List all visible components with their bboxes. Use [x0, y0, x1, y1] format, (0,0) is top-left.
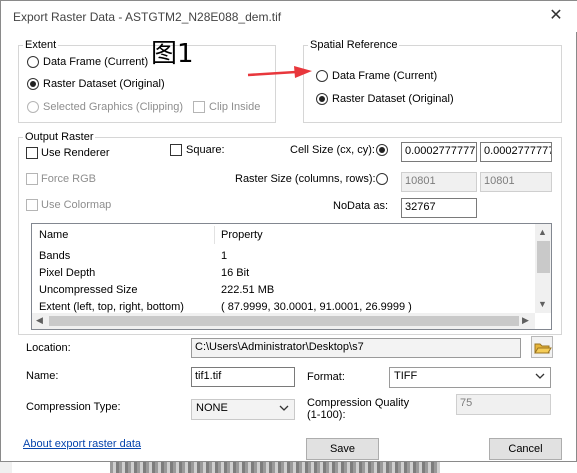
- compression-type-select[interactable]: NONE: [191, 399, 295, 420]
- background-image: [110, 462, 440, 473]
- compression-type-label: Compression Type:: [26, 401, 121, 413]
- table-row-name: Extent (left, top, right, bottom): [39, 301, 184, 313]
- scroll-down-icon[interactable]: ▼: [538, 299, 547, 309]
- extent-selected-graphics-label[interactable]: Selected Graphics (Clipping): [43, 101, 183, 113]
- cell-size-radio[interactable]: [376, 144, 388, 156]
- save-button[interactable]: Save: [306, 438, 379, 460]
- nodata-input[interactable]: 32767: [401, 198, 477, 218]
- square-checkbox[interactable]: [170, 144, 182, 156]
- cell-size-cy-input[interactable]: 0.000277777778: [480, 142, 552, 162]
- table-row-name: Pixel Depth: [39, 267, 96, 279]
- spatial-reference-label: Spatial Reference: [308, 39, 400, 51]
- header-divider: [214, 226, 215, 244]
- table-row-value: 222.51 MB: [221, 284, 275, 296]
- table-row-name: Uncompressed Size: [39, 284, 138, 296]
- chevron-down-icon: [535, 373, 545, 379]
- name-input[interactable]: tif1.tif: [191, 367, 295, 387]
- spatial-reference-group: [303, 45, 562, 123]
- vertical-scroll-thumb[interactable]: [537, 241, 550, 273]
- extent-raster-dataset-radio[interactable]: [27, 78, 39, 90]
- format-select[interactable]: TIFF: [389, 367, 551, 388]
- use-colormap-label[interactable]: Use Colormap: [41, 199, 111, 211]
- table-row-value: 1: [221, 250, 228, 262]
- raster-size-label: Raster Size (columns, rows):: [235, 173, 376, 185]
- name-label: Name:: [26, 370, 59, 382]
- table-row-name: Bands: [39, 250, 71, 262]
- clip-inside-label[interactable]: Clip Inside: [209, 101, 260, 113]
- raster-columns-input[interactable]: 10801: [401, 172, 477, 192]
- chevron-down-icon: [279, 405, 289, 411]
- extent-raster-dataset-label[interactable]: Raster Dataset (Original): [43, 78, 165, 90]
- force-rgb-label[interactable]: Force RGB: [41, 173, 96, 185]
- browse-folder-button[interactable]: [531, 336, 553, 358]
- scroll-left-icon[interactable]: ◀: [36, 315, 43, 326]
- compression-quality-label: Compression Quality (1-100):: [307, 397, 410, 421]
- cell-size-cx-input[interactable]: 0.000277777778: [401, 142, 477, 162]
- spatial-raster-dataset-label[interactable]: Raster Dataset (Original): [332, 93, 454, 105]
- extent-data-frame-radio[interactable]: [27, 56, 39, 68]
- table-row-value: ( 87.9999, 30.0001, 91.0001, 26.9999 ): [221, 301, 412, 313]
- extent-label: Extent: [23, 39, 59, 51]
- location-label: Location:: [26, 342, 71, 354]
- scroll-right-icon[interactable]: ▶: [522, 315, 529, 326]
- title-bar[interactable]: Export Raster Data - ASTGTM2_N28E088_dem…: [1, 1, 577, 32]
- raster-size-radio[interactable]: [376, 173, 388, 185]
- cell-size-label: Cell Size (cx, cy):: [290, 144, 375, 156]
- spatial-data-frame-radio[interactable]: [316, 70, 328, 82]
- cancel-button[interactable]: Cancel: [489, 438, 562, 460]
- table-row-value: 16 Bit: [221, 267, 250, 279]
- about-export-link[interactable]: About export raster data: [23, 438, 141, 450]
- extent-selected-graphics-radio[interactable]: [27, 101, 39, 113]
- output-raster-label: Output Raster: [23, 131, 96, 143]
- spatial-raster-dataset-radio[interactable]: [316, 93, 328, 105]
- clip-inside-checkbox[interactable]: [193, 101, 205, 113]
- force-rgb-checkbox[interactable]: [26, 173, 38, 185]
- format-label: Format:: [307, 371, 345, 383]
- horizontal-scroll-thumb[interactable]: [49, 316, 519, 326]
- extent-data-frame-label[interactable]: Data Frame (Current): [43, 56, 148, 68]
- use-renderer-checkbox[interactable]: [26, 147, 38, 159]
- use-renderer-label[interactable]: Use Renderer: [41, 147, 109, 159]
- table-header-property[interactable]: Property: [221, 229, 421, 241]
- square-label[interactable]: Square:: [186, 144, 225, 156]
- location-input[interactable]: C:\Users\Administrator\Desktop\s7: [191, 338, 521, 358]
- raster-rows-input[interactable]: 10801: [480, 172, 552, 192]
- nodata-label: NoData as:: [333, 200, 389, 212]
- folder-icon: [534, 343, 552, 354]
- compression-quality-input[interactable]: 75: [456, 394, 551, 415]
- scroll-up-icon[interactable]: ▲: [538, 227, 547, 237]
- close-icon[interactable]: ✕: [545, 5, 567, 27]
- compression-type-value: NONE: [196, 402, 228, 414]
- annotation-arrow-icon: [247, 66, 312, 78]
- format-value: TIFF: [394, 370, 418, 382]
- spatial-data-frame-label[interactable]: Data Frame (Current): [332, 70, 437, 82]
- use-colormap-checkbox[interactable]: [26, 199, 38, 211]
- export-raster-dialog: Export Raster Data - ASTGTM2_N28E088_dem…: [0, 0, 577, 462]
- annotation-label: 图1: [151, 39, 194, 69]
- dialog-title: Export Raster Data - ASTGTM2_N28E088_dem…: [13, 10, 282, 24]
- table-header-name[interactable]: Name: [39, 229, 214, 241]
